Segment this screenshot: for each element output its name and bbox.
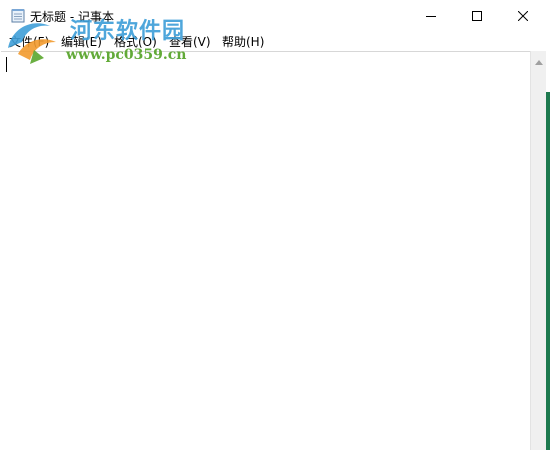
chevron-up-icon (535, 50, 543, 69)
scroll-up-button[interactable] (531, 51, 547, 67)
text-editor[interactable] (1, 51, 530, 450)
minimize-icon (426, 6, 436, 25)
close-icon (517, 6, 529, 25)
close-button[interactable] (500, 0, 546, 31)
minimize-button[interactable] (408, 0, 454, 31)
vertical-scrollbar[interactable] (530, 51, 546, 450)
watermark-site-name: 河东软件园 (70, 18, 186, 44)
watermark-url: www.pc0359.cn (66, 47, 187, 63)
desktop-background-edge (546, 0, 550, 450)
maximize-icon (472, 6, 482, 25)
notepad-window: 无标题 - 记事本 文件(F) 编辑(E) 格式(O) 查看(V) 帮助(H) (0, 0, 546, 450)
menu-help[interactable]: 帮助(H) (222, 33, 264, 50)
watermark-logo-icon (4, 14, 62, 66)
maximize-button[interactable] (454, 0, 500, 31)
